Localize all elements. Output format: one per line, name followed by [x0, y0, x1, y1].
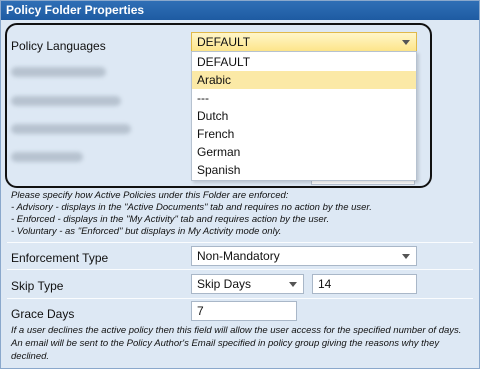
window-title: Policy Folder Properties — [1, 1, 479, 20]
divider — [7, 298, 473, 299]
policy-languages-label: Policy Languages — [11, 39, 106, 53]
language-option[interactable]: French — [192, 125, 416, 143]
grace-days-input[interactable]: 7 — [191, 301, 297, 321]
skip-type-select[interactable]: Skip Days — [191, 274, 304, 294]
blurred-field-label — [11, 124, 131, 134]
policy-folder-properties-window: Policy Folder Properties Policy Language… — [0, 0, 480, 369]
grace-help-line: If a user declines the active policy the… — [11, 325, 462, 336]
chevron-down-icon — [289, 282, 297, 287]
chevron-down-icon — [402, 40, 410, 45]
enforcement-help-line: - Enforced - displays in the "My Activit… — [11, 214, 330, 225]
blurred-field-label — [11, 67, 106, 77]
policy-languages-select[interactable]: DEFAULT — [191, 32, 417, 52]
language-option[interactable]: German — [192, 143, 416, 161]
enforcement-type-select[interactable]: Non-Mandatory — [191, 246, 417, 266]
divider — [7, 269, 473, 270]
enforcement-help-line: - Advisory - displays in the "Active Doc… — [11, 202, 372, 213]
enforcement-type-value: Non-Mandatory — [197, 249, 280, 263]
enforcement-help-line: - Voluntary - as "Enforced" but displays… — [11, 226, 282, 237]
language-separator: --- — [197, 91, 209, 105]
policy-languages-selected: DEFAULT — [197, 35, 251, 49]
grace-help-line: declined. — [11, 351, 50, 362]
grace-days-label: Grace Days — [11, 307, 75, 321]
skip-type-value: Skip Days — [197, 277, 252, 291]
language-option[interactable]: DEFAULT — [192, 53, 416, 71]
divider — [7, 242, 473, 243]
chevron-down-icon — [402, 254, 410, 259]
skip-count-value: 14 — [318, 277, 332, 291]
skip-type-label: Skip Type — [11, 279, 64, 293]
grace-days-value: 7 — [197, 304, 204, 318]
language-option[interactable]: Dutch — [192, 107, 416, 125]
blurred-field-label — [11, 152, 83, 162]
language-option[interactable]: Spanish — [192, 161, 416, 179]
policy-languages-dropdown: DEFAULT Arabic --- Dutch French German S… — [191, 51, 417, 181]
skip-count-input[interactable]: 14 — [312, 274, 417, 294]
blurred-field-label — [11, 96, 121, 106]
grace-help-line: An email will be sent to the Policy Auth… — [11, 338, 440, 349]
enforcement-help-line: Please specify how Active Policies under… — [11, 190, 289, 201]
enforcement-type-label: Enforcement Type — [11, 251, 109, 265]
language-option-highlighted[interactable]: Arabic — [192, 71, 416, 89]
